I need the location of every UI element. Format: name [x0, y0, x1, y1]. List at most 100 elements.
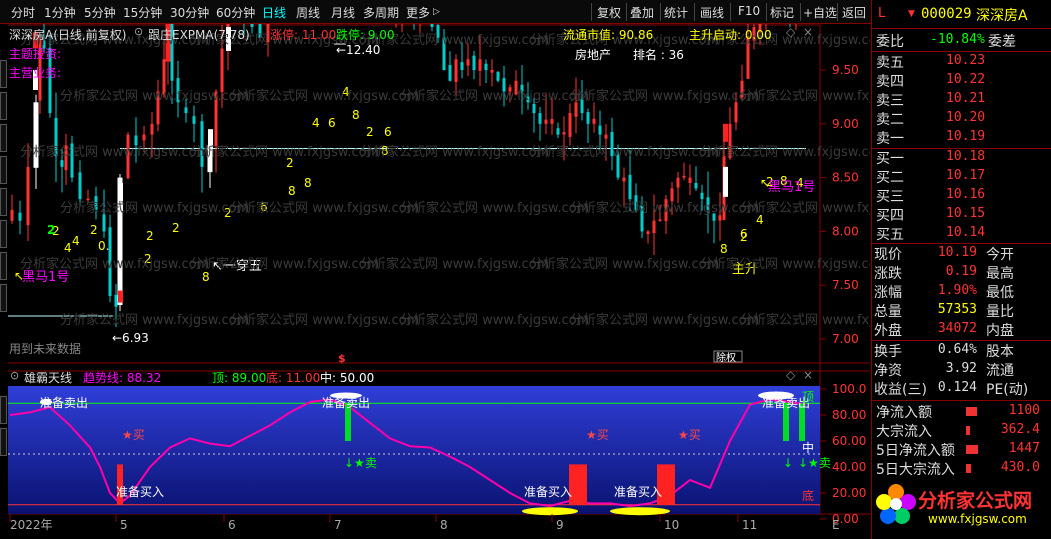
period-1min[interactable]: 1分钟: [44, 4, 76, 21]
target-icon[interactable]: ⊙: [134, 25, 143, 38]
signal-number-label: 4: [72, 234, 80, 248]
ask-row[interactable]: 卖二 10.20: [874, 109, 1050, 128]
candle-body: [466, 59, 470, 66]
ask-row[interactable]: 卖五 10.23: [874, 52, 1050, 71]
signal-number-label: 6: [384, 125, 392, 139]
ask-row[interactable]: 卖三 10.21: [874, 90, 1050, 109]
signal-number-label: 4: [312, 116, 320, 130]
tool-fuquan[interactable]: 复权: [597, 4, 621, 21]
bid-price: 10.16: [946, 187, 986, 202]
candle-body: [496, 71, 500, 81]
close-icon[interactable]: ×: [803, 368, 813, 382]
period-weekly[interactable]: 周线: [296, 4, 320, 21]
quote-value: 57353: [937, 302, 977, 317]
top-marker-label: 顶: [802, 390, 814, 404]
candle-body: [538, 113, 542, 124]
tool-draw[interactable]: 画线: [700, 4, 724, 21]
watermark: 分析家公式网 www.fxjgsw.com: [530, 256, 719, 272]
buy-star-label: ★买: [678, 428, 701, 442]
dropdown-icon[interactable]: ▼: [908, 9, 915, 19]
bid-label: 买四: [876, 208, 904, 224]
weicha-label: 委差: [988, 34, 1016, 50]
quote-panel: L ▼ 000029 深深房A 委比 -10.84% 委差 卖五 10.23 卖四 1…: [871, 0, 1051, 539]
quote-label: 最低: [986, 285, 1014, 301]
watermark: 分析家公式网 www.fxjgsw.com: [360, 144, 549, 160]
ask-label: 卖五: [876, 55, 904, 71]
flow-label: 大宗流入: [876, 424, 932, 440]
candle-body: [574, 102, 578, 117]
bid-row[interactable]: 买一 10.18: [874, 148, 1050, 167]
watermark: 分析家公式网 www.fxjgsw.com: [400, 88, 589, 104]
bid-row[interactable]: 买五 10.14: [874, 224, 1050, 243]
candle-body: [652, 220, 656, 234]
y-tick-label: 9.00: [832, 117, 859, 131]
bid-row[interactable]: 买二 10.17: [874, 167, 1050, 186]
bid-label: 买二: [876, 170, 904, 186]
ask-label: 卖二: [876, 112, 904, 128]
candle-body: [628, 174, 632, 200]
period-monthly[interactable]: 月线: [331, 4, 355, 21]
period-daily[interactable]: 日线: [262, 4, 286, 21]
tool-stats[interactable]: 统计: [664, 4, 688, 21]
trend-label: 趋势线: 88.32: [83, 371, 162, 385]
diamond-icon[interactable]: ◇: [786, 25, 795, 39]
period-30min[interactable]: 30分钟: [170, 4, 209, 21]
tool-add-watchlist[interactable]: +自选: [803, 4, 837, 21]
watermark: 分析家公式网 www.fxjgsw.com: [360, 256, 549, 272]
mid-label: 中: 50.00: [320, 371, 375, 385]
chart-area[interactable]: 12.0011.5011.0010.5010.009.509.008.508.0…: [0, 24, 870, 539]
period-60min[interactable]: 60分钟: [216, 4, 255, 21]
watermark: 分析家公式网 www.fxjgsw.com: [740, 200, 870, 216]
tool-mark[interactable]: 标记: [770, 4, 794, 21]
tool-f10[interactable]: F10: [738, 4, 760, 18]
flower-logo-icon: [876, 484, 916, 524]
buy-bar: [663, 464, 669, 505]
target-icon[interactable]: ⊙: [10, 369, 19, 382]
float-value: 流通市值: 90.86: [563, 28, 654, 42]
lower-y-tick-label: 80.00: [832, 408, 866, 422]
ask-row[interactable]: 卖一 10.19: [874, 128, 1050, 147]
candle-body: [604, 134, 608, 139]
y-tick-label: 7.00: [832, 332, 859, 346]
watermark: 分析家公式网 www.fxjgsw.com: [190, 144, 379, 160]
candle-body: [192, 116, 196, 124]
quote-value: 1.90%: [937, 283, 977, 298]
hot-topic: 主题投资:: [9, 47, 62, 61]
bid-row[interactable]: 买四 10.15: [874, 205, 1050, 224]
indicator-name[interactable]: 跟庄EXPMA(7,78): [148, 26, 250, 43]
period-multi[interactable]: 多周期: [363, 4, 399, 21]
flow-label: 5日大宗流入: [876, 462, 955, 478]
sector-name: 房地产: [575, 48, 612, 62]
signal-number-label: 2: [90, 223, 98, 237]
quote-label: 流通: [986, 363, 1014, 379]
period-5min[interactable]: 5分钟: [84, 4, 116, 21]
candle-body: [78, 172, 82, 200]
tool-overlay[interactable]: 叠加: [630, 4, 654, 21]
candle-body: [734, 102, 738, 123]
buy-bar: [575, 464, 581, 505]
flow-row: 5日大宗流入 430.0: [874, 459, 1050, 479]
flow-bar: [966, 426, 970, 435]
quote-label: 内盘: [986, 323, 1014, 339]
signal-number-label: 2: [172, 221, 180, 235]
flow-label: 净流入额: [876, 405, 932, 421]
candle-body: [568, 113, 572, 137]
candle-body: [454, 59, 458, 82]
quote-value: 0.124: [937, 380, 977, 395]
close-icon[interactable]: ×: [803, 25, 813, 39]
bid-row[interactable]: 买三 10.16: [874, 186, 1050, 205]
diamond-icon[interactable]: ◇: [786, 368, 795, 382]
more-arrow-icon[interactable]: ▷: [433, 7, 440, 17]
period-15min[interactable]: 15分钟: [123, 4, 162, 21]
candle-body: [676, 177, 680, 188]
candle-body: [18, 212, 22, 221]
bottom-zone: [610, 507, 670, 516]
period-more[interactable]: 更多: [406, 4, 430, 21]
lower-title[interactable]: 雄霸天线: [24, 369, 72, 386]
quote-value: 0.19: [945, 264, 977, 279]
future-data-note: 用到未来数据: [9, 342, 82, 356]
tool-back[interactable]: 返回: [842, 4, 866, 21]
signal-number-label: 2: [47, 223, 55, 237]
period-timeshare[interactable]: 分时: [11, 4, 35, 21]
ask-row[interactable]: 卖四 10.22: [874, 71, 1050, 90]
